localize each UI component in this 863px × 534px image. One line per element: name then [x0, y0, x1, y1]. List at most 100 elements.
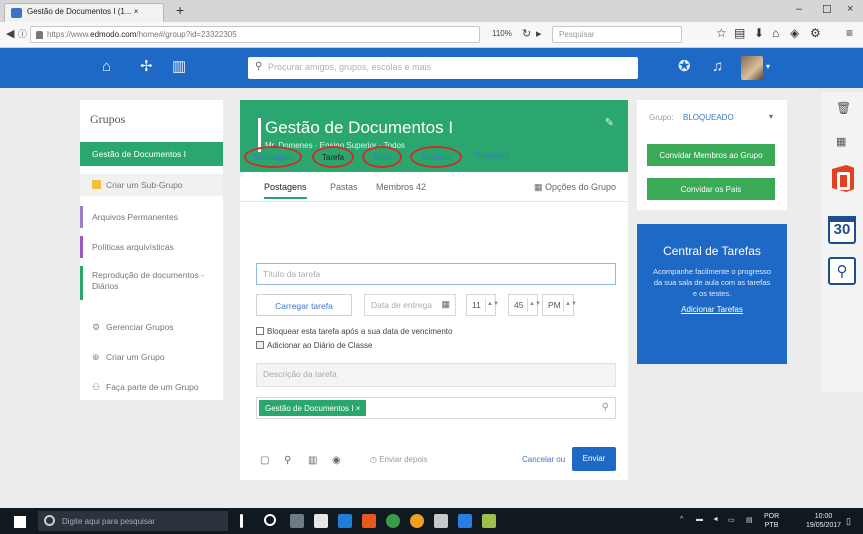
taskbar-search-input[interactable]: Digite aqui para pesquisar [38, 511, 228, 531]
taskbar-clock[interactable]: 10:00 19/05/2017 [806, 512, 841, 530]
app-icon[interactable] [434, 514, 448, 528]
hour-select[interactable]: 11 ▲▼ [466, 294, 499, 316]
lock-after-due-checkbox[interactable]: Bloquear esta tarefa após a sua data de … [256, 327, 452, 336]
tab-group-options[interactable]: ▦ Opções do Grupo [534, 182, 616, 193]
windows-taskbar: Digite aqui para pesquisar ^ ▬ ◄ ▭ ▤ POR… [0, 508, 863, 534]
pocket-icon[interactable]: ◈ [790, 27, 799, 40]
tab-folders[interactable]: Pastas [330, 182, 358, 192]
minute-select[interactable]: 45 ▲▼ [508, 294, 541, 316]
keyboard-icon[interactable]: ▤ [746, 516, 753, 524]
firefox-icon[interactable] [362, 514, 376, 528]
file-icon[interactable]: ▢ [260, 455, 269, 466]
add-tasks-link[interactable]: Adicionar Tarefas [637, 305, 787, 314]
app-header: ⌂ ✢ ▥ ⚲ Procurar amigos, grupos, escolas… [0, 48, 863, 88]
browser-tab[interactable]: Gestão de Documentos I (1... × [4, 3, 164, 22]
spotlight-icon[interactable]: ✪ [678, 59, 691, 75]
close-window-button[interactable]: × [847, 3, 853, 15]
calendar-icon: ▦ [441, 299, 450, 309]
sidebar-folder-item[interactable]: Políticas arquivísticas [80, 236, 223, 258]
chevron-down-icon[interactable]: ▾ [769, 112, 773, 121]
task-view-icon[interactable] [264, 514, 276, 526]
browser-navbar: ◀ ⓘ https://www.edmodo.com/home#/group?i… [0, 22, 863, 48]
windows-start-icon[interactable] [14, 516, 26, 528]
url-bar[interactable]: https://www.edmodo.com/home#/group?id=23… [30, 26, 480, 43]
menu-icon[interactable]: ≡ [846, 27, 853, 40]
sidebar-item-join-group[interactable]: ⚇ Faça parte de um Grupo [80, 382, 223, 392]
explorer-icon[interactable] [290, 514, 304, 528]
notifications-icon[interactable]: ♫ [712, 59, 723, 75]
post-type-quiz[interactable]: Teste [362, 146, 402, 168]
status-badge[interactable]: BLOQUEADO [683, 113, 734, 122]
maximize-button[interactable]: ☐ [822, 3, 832, 16]
sidebar-item-active-group[interactable]: Gestão de Documentos I [80, 142, 223, 166]
description-textarea[interactable]: Descrição da tarefa [256, 363, 616, 387]
action-center-icon[interactable]: ▯ [846, 516, 851, 527]
invite-members-button[interactable]: Convidar Membros ao Grupo [647, 144, 775, 166]
chevron-down-icon[interactable]: ▾ [766, 62, 770, 71]
app-icon[interactable] [482, 514, 496, 528]
tray-chevron-icon[interactable]: ^ [680, 516, 683, 523]
cancel-link[interactable]: Cancelar ou [522, 455, 565, 464]
sidebar-item-create-group[interactable]: ⊕ Criar um Grupo [80, 352, 223, 362]
library-nav-icon[interactable]: ▥ [172, 59, 186, 75]
load-assignment-button[interactable]: Carregar tarefa [256, 294, 352, 316]
tab-members[interactable]: Membros 42 [376, 182, 426, 192]
library-icon[interactable]: ▤ [734, 27, 745, 40]
ampm-select[interactable]: PM ▲▼ [542, 294, 577, 316]
back-icon[interactable]: ◀ [6, 28, 14, 40]
due-date-input[interactable]: Data de entrega ▦ [364, 294, 456, 316]
schedule-button[interactable]: ◷ Enviar depois [370, 455, 428, 464]
extension-icon[interactable]: ⚙ [810, 27, 821, 40]
home-icon[interactable]: ⌂ [772, 27, 779, 40]
post-type-assignment[interactable]: Tarefa [312, 146, 354, 168]
reload-icon[interactable]: ↻ [522, 28, 531, 40]
browser-search-input[interactable]: Pesquisar [552, 26, 682, 43]
input-language[interactable]: POR PTB [764, 512, 779, 530]
edge-icon[interactable] [338, 514, 352, 528]
new-tab-button[interactable]: + [176, 3, 184, 17]
snapshot-icon[interactable]: ◉ [332, 455, 341, 466]
download-icon[interactable]: ⬇ [754, 27, 764, 40]
app-icon[interactable] [410, 514, 424, 528]
apps-dock: 🗑 ▦ 30 ⚲ [822, 92, 863, 392]
survey-icon[interactable]: ⚲ [828, 257, 856, 285]
battery-icon[interactable]: ▭ [728, 516, 735, 524]
create-subgroup-button[interactable]: Criar um Sub-Grupo [80, 174, 223, 196]
store-icon[interactable] [314, 514, 328, 528]
avatar[interactable] [741, 56, 763, 80]
post-type-snapshot[interactable]: Snapshot [468, 146, 516, 168]
tab-posts[interactable]: Postagens [264, 182, 307, 199]
add-to-gradebook-checkbox[interactable]: Adicionar ao Diário de Classe [256, 341, 372, 350]
minimize-button[interactable]: – [796, 3, 802, 15]
send-button[interactable]: Enviar [572, 447, 616, 471]
home-nav-icon[interactable]: ⌂ [102, 59, 111, 75]
trash-icon[interactable]: 🗑 [836, 101, 851, 115]
link-icon[interactable]: ⚲ [284, 455, 291, 466]
recipient-chip[interactable]: Gestão de Documentos I × [259, 400, 367, 416]
sidebar-folder-item[interactable]: Arquivos Permanentes [80, 206, 223, 228]
office-icon[interactable] [832, 165, 854, 192]
app-icon[interactable] [458, 514, 472, 528]
invite-parents-button[interactable]: Convidar os Pais [647, 178, 775, 200]
chrome-icon[interactable] [386, 514, 400, 528]
mic-icon[interactable] [240, 514, 243, 528]
post-type-message[interactable]: Mensagem [244, 146, 302, 168]
info-icon[interactable]: ⓘ [18, 28, 27, 40]
minute-value: 45 [514, 300, 524, 310]
edit-icon[interactable]: ✎ [605, 116, 614, 129]
network-icon[interactable]: ▬ [696, 516, 703, 523]
bookmark-star-icon[interactable]: ☆ [716, 27, 727, 40]
forward-icon[interactable]: ▸ [536, 28, 542, 40]
library-attach-icon[interactable]: ▥ [308, 455, 317, 466]
calendar-app-icon[interactable]: 30 [828, 216, 856, 244]
discover-icon[interactable]: ✢ [140, 59, 153, 75]
zoom-level[interactable]: 110% [492, 29, 512, 38]
app-search-input[interactable]: ⚲ Procurar amigos, grupos, escolas e mai… [248, 57, 638, 79]
assignment-title-input[interactable]: Título da tarefa [256, 263, 616, 285]
sidebar-item-manage-groups[interactable]: ⚙ Gerenciar Grupos [80, 322, 223, 332]
sidebar-folder-item[interactable]: Reprodução de documentos - Diários [80, 266, 223, 300]
grid-icon[interactable]: ▦ [836, 135, 846, 148]
volume-icon[interactable]: ◄ [712, 516, 719, 523]
post-type-poll[interactable]: Enquete [410, 146, 462, 168]
url-domain: edmodo.com [90, 30, 137, 39]
